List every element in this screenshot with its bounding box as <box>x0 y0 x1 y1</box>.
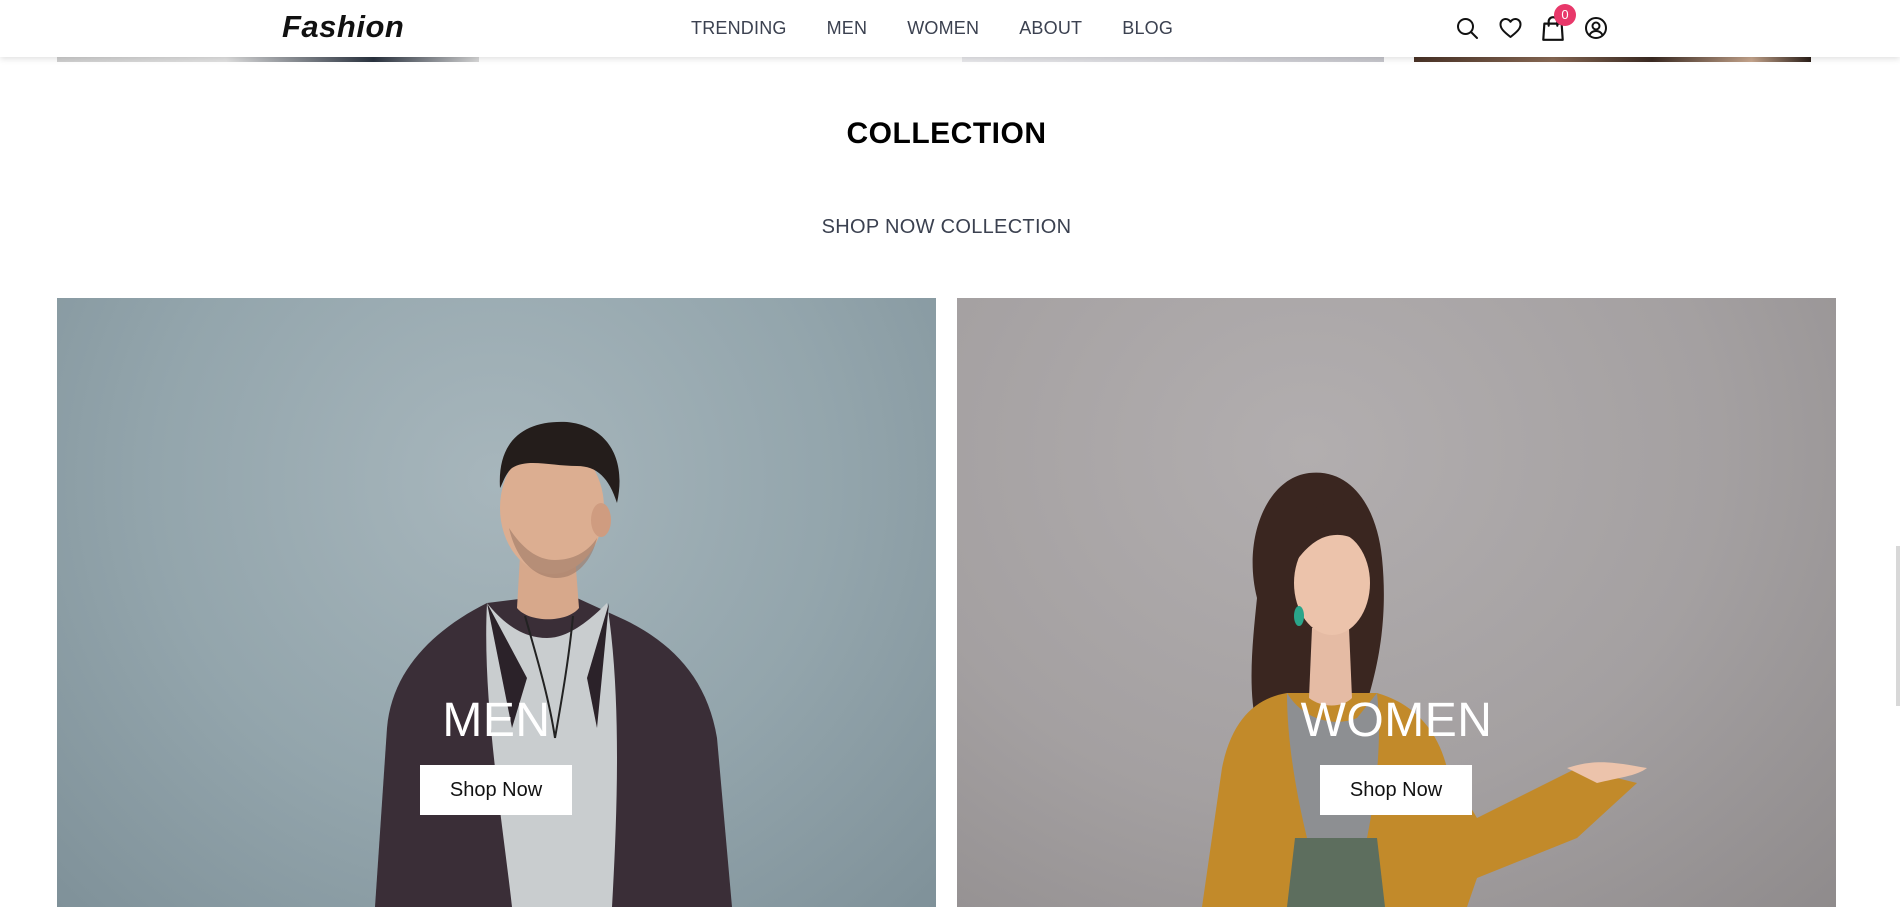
page: Fashion TRENDING MEN WOMEN ABOUT BLOG 0 … <box>0 0 1900 907</box>
nav-item-men[interactable]: MEN <box>827 18 868 39</box>
header-icons: 0 <box>1452 4 1624 43</box>
page-scrollbar[interactable] <box>1896 546 1900 706</box>
user-icon <box>1585 17 1607 39</box>
wishlist-button[interactable] <box>1495 13 1525 43</box>
site-header: Fashion TRENDING MEN WOMEN ABOUT BLOG 0 <box>0 0 1900 57</box>
women-card-title: WOMEN <box>1300 694 1493 747</box>
women-model-image <box>1202 472 1647 907</box>
nav-item-blog[interactable]: BLOG <box>1122 18 1173 39</box>
account-button[interactable] <box>1581 13 1611 43</box>
nav-item-about[interactable]: ABOUT <box>1019 18 1082 39</box>
heart-icon <box>1499 18 1521 38</box>
site-logo[interactable]: Fashion <box>282 9 404 45</box>
women-collection-card[interactable]: WOMEN Shop Now <box>957 298 1836 907</box>
search-button[interactable] <box>1452 13 1482 43</box>
women-shop-now-button[interactable]: Shop Now <box>1320 765 1472 815</box>
collection-subtitle: SHOP NOW COLLECTION <box>821 216 1072 238</box>
men-collection-card[interactable]: MEN Shop Now <box>57 298 936 907</box>
cart-count-badge: 0 <box>1554 4 1576 26</box>
nav-item-women[interactable]: WOMEN <box>907 18 979 39</box>
nav-item-trending[interactable]: TRENDING <box>691 18 787 39</box>
collection-title: COLLECTION <box>846 117 1047 150</box>
search-icon <box>1457 18 1478 39</box>
men-shop-now-button[interactable]: Shop Now <box>420 765 572 815</box>
men-model-image <box>375 421 732 907</box>
men-card-title: MEN <box>442 694 551 747</box>
cart-button[interactable]: 0 <box>1538 4 1576 43</box>
main-nav: TRENDING MEN WOMEN ABOUT BLOG <box>691 0 1213 57</box>
